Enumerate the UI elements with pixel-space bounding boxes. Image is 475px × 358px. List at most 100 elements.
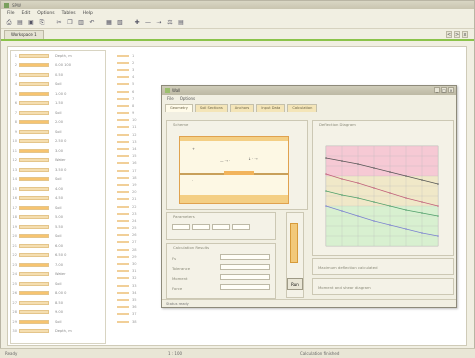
grid-icon[interactable]: ▦ [105,19,113,27]
layer-list[interactable]: 1 Depth, m 2 0.00 100 3 0.50 4 Soil 5 1.00 0 6 1.50… [10,50,106,344]
tab-next-button[interactable]: > [454,31,460,38]
list-item[interactable]: 19 5.50 [11,222,105,232]
list-item[interactable]: 28 9.00 [11,308,105,318]
param-field-4[interactable] [232,224,250,230]
depth-bar [117,241,129,244]
depth-row: 37 [117,311,157,318]
list-item[interactable]: 30 Depth, m [11,327,105,337]
list-item[interactable]: 13 3.50 0 [11,165,105,175]
list-item[interactable]: 27 8.50 [11,298,105,308]
list-item[interactable]: 14 Soil [11,175,105,185]
menu-edit[interactable]: Edit [22,11,31,16]
chart-svg [325,145,439,247]
arrow-icon[interactable]: ⇢ [155,19,163,27]
list-item-swatch [19,72,49,77]
list-item[interactable]: 8 2.00 [11,118,105,128]
list-item[interactable]: 10 2.50 0 [11,137,105,147]
minimize-icon[interactable]: _ [434,87,440,93]
list-item[interactable]: 5 1.00 0 [11,89,105,99]
list-item-label: 7.00 [55,262,64,267]
chart-point [357,182,359,184]
list-item[interactable]: 12 Water [11,156,105,166]
menu-options[interactable]: Options [37,11,54,16]
list-item-label: 0.00 100 [55,63,72,68]
list-item[interactable]: 26 8.00 0 [11,289,105,299]
param-field-3[interactable] [212,224,230,230]
depth-row: 21 [117,196,157,203]
list-item[interactable]: 16 4.50 [11,194,105,204]
menu-file[interactable]: File [7,11,15,16]
list-item[interactable]: 22 6.50 0 [11,251,105,261]
summary-box-1: Maximum deflection calculated [312,258,454,275]
list-item[interactable]: 18 5.00 [11,213,105,223]
table-icon[interactable]: ▤ [177,19,185,27]
results-label: Calculation Results [173,245,210,250]
list-item-swatch [19,63,49,68]
copy-icon[interactable]: ❐ [66,19,74,27]
chart-point [405,197,407,199]
list-item[interactable]: 24 Water [11,270,105,280]
tab-input-data[interactable]: Input Data [256,104,286,112]
list-item[interactable]: 7 Soil [11,108,105,118]
list-item[interactable]: 6 1.50 [11,99,105,109]
dialog-menu-options[interactable]: Options [180,96,195,101]
tab-prev-button[interactable]: < [446,31,452,38]
depth-row: 33 [117,282,157,289]
list-item-label: 5.50 [55,224,64,229]
list-item[interactable]: 4 Soil [11,80,105,90]
list-item[interactable]: 20 Soil [11,232,105,242]
list-item-number: 12 [12,158,17,163]
list-item-number: 22 [12,253,17,258]
chart-point [421,232,423,234]
new-icon[interactable]: ⎙ [5,19,13,27]
menu-tables[interactable]: Tables [62,11,76,16]
close-icon[interactable]: × [448,87,454,93]
list-item[interactable]: 25 Soil [11,279,105,289]
toolbar-separator [99,19,102,27]
list-item[interactable]: 3 0.50 [11,70,105,80]
cut-icon[interactable]: ✂ [55,19,63,27]
list-item[interactable]: 29 Soil [11,317,105,327]
menu-help[interactable]: Help [83,11,93,16]
save-icon[interactable]: ▣ [27,19,35,27]
depth-label: 36 [132,305,137,310]
wall-scheme[interactable]: + — ⇢ · ↓ · ⇢ · [179,136,289,204]
undo-icon[interactable]: ↶ [88,19,96,27]
add-icon[interactable]: ✚ [133,19,141,27]
list-item[interactable]: 11 3.00 [11,146,105,156]
tab-calculation[interactable]: Calculation [287,104,318,112]
list-item[interactable]: 9 Soil [11,127,105,137]
depth-label: 35 [132,297,137,302]
paste-icon[interactable]: ▥ [77,19,85,27]
depth-row: 27 [117,239,157,246]
maximize-icon[interactable]: □ [441,87,447,93]
open-icon[interactable]: ▤ [16,19,24,27]
chart-point [341,194,343,196]
print-icon[interactable]: ⎘ [38,19,46,27]
dialog-menu-file[interactable]: File [167,96,174,101]
param-field-2[interactable] [192,224,210,230]
list-item[interactable]: 21 6.00 [11,241,105,251]
depth-row: 22 [117,203,157,210]
tab-geometry[interactable]: Geometry [165,104,193,112]
param-field-1[interactable] [172,224,190,230]
chart-point [389,192,391,194]
remove-icon[interactable]: — [144,19,152,27]
list-item[interactable]: 15 4.00 [11,184,105,194]
chart-icon[interactable]: ▧ [116,19,124,27]
tab-workspace[interactable]: Workspace 1 [4,30,44,39]
chart-point [421,212,423,214]
tab-soil-sections[interactable]: Soil Sections [194,104,228,112]
list-item[interactable]: 17 Soil [11,203,105,213]
list-item[interactable]: 1 Depth, m [11,51,105,61]
run-button[interactable]: Run [287,278,303,290]
tab-anchors[interactable]: Anchors [229,104,255,112]
list-item[interactable]: 23 7.00 [11,260,105,270]
chart-point [341,210,343,212]
scale-icon[interactable]: ⚖ [166,19,174,27]
list-item[interactable]: 2 0.00 100 [11,61,105,71]
depth-row: 3 [117,66,157,73]
tab-close-button[interactable]: x [462,31,468,38]
depth-row: 20 [117,189,157,196]
depth-label: 21 [132,197,137,202]
